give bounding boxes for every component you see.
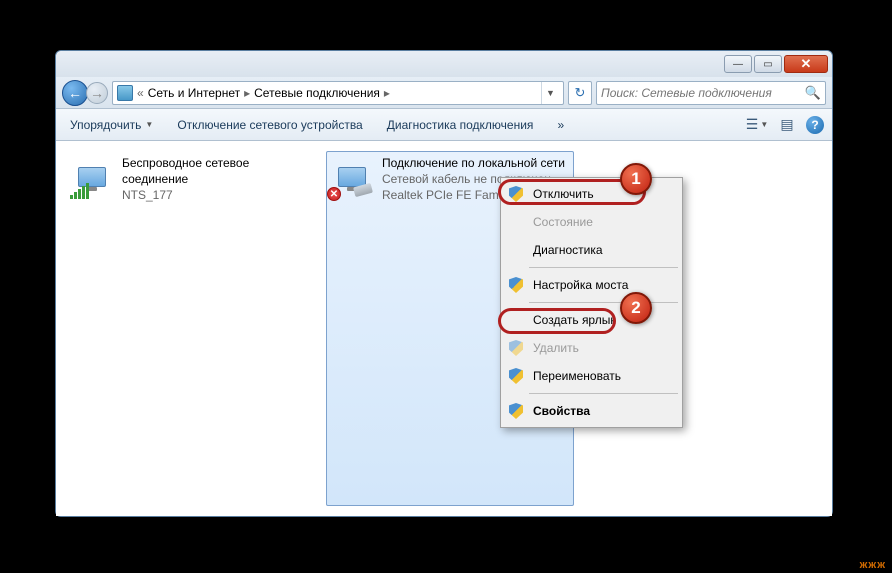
search-input[interactable] [601,86,805,100]
forward-button[interactable]: → [86,82,108,104]
context-menu: Отключить Состояние Диагностика Настройк… [500,177,683,428]
shield-icon [509,277,523,293]
ctx-disable-label: Отключить [533,187,594,201]
ctx-separator [529,267,678,268]
explorer-window: — ▭ ✕ ← → « Сеть и Интернет ▸ Сетевые по… [55,50,833,517]
organize-label: Упорядочить [70,118,141,132]
shield-icon [509,340,523,356]
breadcrumb-seg-2[interactable]: Сетевые подключения [254,86,380,100]
toolbar-overflow[interactable]: » [551,115,570,135]
breadcrumb-prefix: « [137,86,144,100]
back-button[interactable]: ← [62,80,88,106]
ctx-diagnose[interactable]: Диагностика [503,236,680,264]
titlebar: — ▭ ✕ [56,51,832,77]
watermark: жжж [860,559,886,571]
lan-icon: ✕ [330,155,374,199]
organize-menu[interactable]: Упорядочить ▼ [64,115,159,135]
close-button[interactable]: ✕ [784,55,828,73]
diagnose-button[interactable]: Диагностика подключения [381,115,540,135]
error-icon: ✕ [327,187,341,201]
disable-device-label: Отключение сетевого устройства [177,118,362,132]
connection-title: Подключение по локальной сети [382,155,565,171]
breadcrumb-sep-icon: ▸ [384,86,390,100]
breadcrumb-sep-icon: ▸ [244,86,250,100]
disable-device-button[interactable]: Отключение сетевого устройства [171,115,368,135]
help-button[interactable]: ? [806,116,824,134]
ctx-rename-label: Переименовать [533,369,621,383]
ctx-separator [529,393,678,394]
shield-icon [509,186,523,202]
minimize-button[interactable]: — [724,55,752,73]
toolbar-right-icons: ☰▼ ▤ ? [746,116,824,134]
nav-buttons: ← → [62,80,108,106]
preview-pane-button[interactable]: ▤ [776,116,798,134]
ctx-status-label: Состояние [533,215,593,229]
breadcrumb-seg-1[interactable]: Сеть и Интернет [148,86,240,100]
connection-wireless[interactable]: Беспроводное сетевое соединение NTS_177 [66,151,314,506]
ctx-delete: Удалить [503,334,680,362]
ctx-shortcut[interactable]: Создать ярлык [503,306,680,334]
ctx-bridge-label: Настройка моста [533,278,628,292]
ctx-delete-label: Удалить [533,341,579,355]
network-icon [117,85,133,101]
wireless-icon [70,155,114,199]
breadcrumb[interactable]: « Сеть и Интернет ▸ Сетевые подключения … [112,81,564,105]
chevron-down-icon: ▼ [145,120,153,129]
ctx-status: Состояние [503,208,680,236]
diagnose-label: Диагностика подключения [387,118,534,132]
search-icon: 🔍 [805,85,821,101]
ctx-disable[interactable]: Отключить [503,180,680,208]
content-pane: Беспроводное сетевое соединение NTS_177 … [56,141,832,516]
window-controls: — ▭ ✕ [724,55,828,73]
toolbar: Упорядочить ▼ Отключение сетевого устрой… [56,109,832,141]
breadcrumb-dropdown[interactable]: ▼ [541,82,559,104]
connection-text: Беспроводное сетевое соединение NTS_177 [122,155,310,502]
refresh-button[interactable]: ↻ [568,81,592,105]
maximize-button[interactable]: ▭ [754,55,782,73]
connection-title: Беспроводное сетевое соединение [122,155,310,187]
ctx-shortcut-label: Создать ярлык [533,313,616,327]
ctx-bridge[interactable]: Настройка моста [503,271,680,299]
ctx-separator [529,302,678,303]
shield-icon [509,403,523,419]
view-options-button[interactable]: ☰▼ [746,116,768,134]
ctx-properties[interactable]: Свойства [503,397,680,425]
shield-icon [509,368,523,384]
address-bar: ← → « Сеть и Интернет ▸ Сетевые подключе… [56,77,832,109]
connection-ssid: NTS_177 [122,187,310,203]
ctx-diagnose-label: Диагностика [533,243,603,257]
ctx-rename[interactable]: Переименовать [503,362,680,390]
overflow-label: » [557,118,564,132]
ctx-properties-label: Свойства [533,404,590,418]
search-box[interactable]: 🔍 [596,81,826,105]
